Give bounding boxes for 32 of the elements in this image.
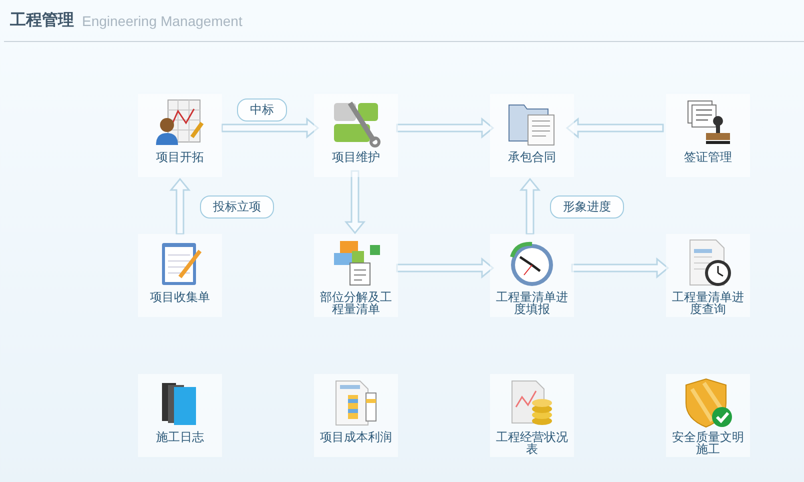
flow-label: 中标 <box>237 98 287 122</box>
module-tile[interactable]: 项目开拓 <box>138 94 222 177</box>
flow-arrow <box>519 178 541 235</box>
module-tile[interactable]: 工程经营状况表 <box>490 374 574 457</box>
module-label: 工程经营状况表 <box>495 431 569 455</box>
module-tile[interactable]: 工程量清单进度填报 <box>490 234 574 317</box>
module-label: 施工日志 <box>155 431 205 443</box>
module-tile[interactable]: 项目维护 <box>314 94 398 177</box>
module-label: 项目成本利润 <box>319 431 393 443</box>
module-label: 承包合同 <box>507 151 557 163</box>
module-label: 项目维护 <box>331 151 381 163</box>
module-label: 部位分解及工程量清单 <box>319 291 393 315</box>
module-label: 项目收集单 <box>149 291 211 303</box>
module-tile[interactable]: 项目成本利润 <box>314 374 398 457</box>
module-tile[interactable]: 签证管理 <box>666 94 750 177</box>
module-label: 工程量清单进度查询 <box>671 291 745 315</box>
flow-label: 形象进度 <box>550 195 624 218</box>
flow-arrow <box>169 178 191 235</box>
module-label: 项目开拓 <box>155 151 205 163</box>
page-title: 工程管理 <box>10 10 74 31</box>
module-tile[interactable]: 安全质量文明施工 <box>666 374 750 457</box>
page-subtitle: Engineering Management <box>82 12 242 28</box>
module-label: 工程量清单进度填报 <box>495 291 569 315</box>
module-tile[interactable]: 承包合同 <box>490 94 574 177</box>
flow-arrow <box>344 170 366 234</box>
module-tile[interactable]: 项目收集单 <box>138 234 222 317</box>
module-tile[interactable]: 工程量清单进度查询 <box>666 234 750 317</box>
module-label: 签证管理 <box>683 151 733 163</box>
flow-label: 投标立项 <box>200 195 274 218</box>
module-label: 安全质量文明施工 <box>671 431 745 455</box>
module-tile[interactable]: 施工日志 <box>138 374 222 457</box>
module-tile[interactable]: 部位分解及工程量清单 <box>314 234 398 317</box>
